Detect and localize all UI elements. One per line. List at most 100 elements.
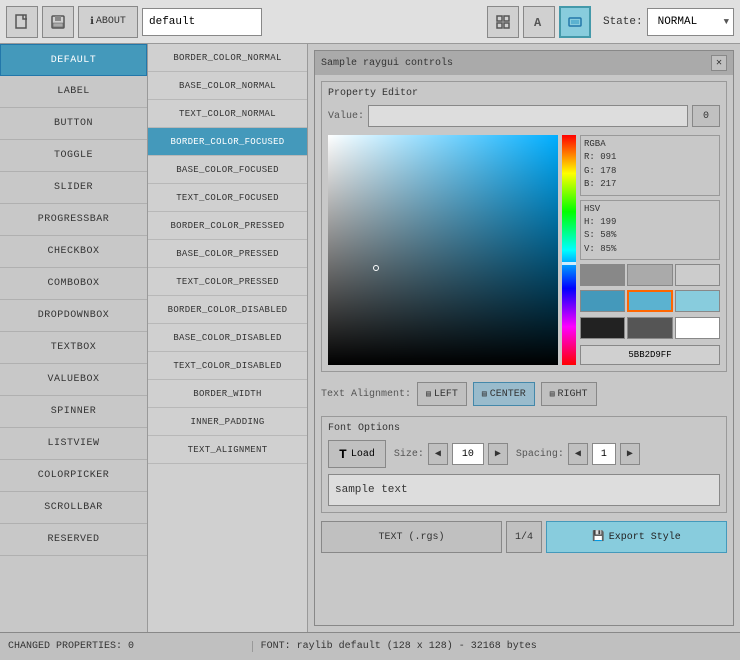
font-size-label: Size: — [394, 449, 424, 460]
prop-inner-padding[interactable]: INNER_PADDING — [148, 408, 307, 436]
prop-value-row: Value: 0 — [328, 105, 720, 127]
sample-window: Sample raygui controls ✕ Property Editor… — [314, 50, 734, 626]
swatch-1[interactable] — [627, 264, 672, 286]
color-view-button[interactable] — [559, 6, 591, 38]
font-spacing-decrease-button[interactable]: ◀ — [568, 443, 588, 465]
sidebar-item-textbox[interactable]: TEXTBOX — [0, 332, 147, 364]
sidebar-item-spinner[interactable]: SPINNER — [0, 396, 147, 428]
state-select[interactable]: NORMAL FOCUSED PRESSED DISABLED — [652, 10, 722, 34]
main-area: DEFAULT LABEL BUTTON TOGGLE SLIDER PROGR… — [0, 44, 740, 632]
sidebar-item-label[interactable]: LABEL — [0, 76, 147, 108]
swatch-2[interactable] — [675, 264, 720, 286]
hsv-title: HSV — [584, 204, 716, 214]
font-size-input[interactable] — [452, 443, 484, 465]
export-style-button[interactable]: 💾 Export Style — [546, 521, 727, 553]
font-options-title: Font Options — [328, 423, 720, 434]
status-bar: CHANGED PROPERTIES: 0 FONT: raylib defau… — [0, 632, 740, 660]
swatch-3[interactable] — [580, 290, 625, 312]
sidebar-item-default[interactable]: DEFAULT — [0, 44, 147, 76]
prop-base-color-disabled[interactable]: BASE_COLOR_DISABLED — [148, 324, 307, 352]
hsv-v: V: 85% — [584, 243, 716, 257]
text-alignment-row: Text Alignment: ▤ LEFT ▤ CENTER ▤ RIGHT — [321, 378, 727, 410]
align-right-label: RIGHT — [558, 389, 588, 400]
hsv-s: S: 58% — [584, 229, 716, 243]
prop-border-width[interactable]: BORDER_WIDTH — [148, 380, 307, 408]
about-button[interactable]: ℹ ABOUT — [78, 6, 138, 38]
decrease-icon: ◀ — [435, 448, 441, 460]
text-icon: A — [531, 14, 547, 30]
prop-base-color-normal[interactable]: BASE_COLOR_NORMAL — [148, 72, 307, 100]
state-label: State: — [603, 16, 643, 28]
font-spacing-increase-button[interactable]: ▶ — [620, 443, 640, 465]
prop-text-color-pressed[interactable]: TEXT_COLOR_PRESSED — [148, 268, 307, 296]
sidebar-item-toggle[interactable]: TOGGLE — [0, 140, 147, 172]
hue-bar[interactable] — [562, 135, 576, 365]
swatch-6[interactable] — [580, 317, 625, 339]
prop-text-color-normal[interactable]: TEXT_COLOR_NORMAL — [148, 100, 307, 128]
font-spacing-label: Spacing: — [516, 449, 564, 460]
sidebar-item-reserved[interactable]: RESERVED — [0, 524, 147, 556]
sidebar-item-colorpicker[interactable]: COLORPICKER — [0, 460, 147, 492]
sidebar-item-checkbox[interactable]: CHECKBOX — [0, 236, 147, 268]
sidebar-item-combobox[interactable]: COMBOBOX — [0, 268, 147, 300]
close-icon: ✕ — [716, 57, 722, 69]
prop-border-color-focused[interactable]: BORDER_COLOR_FOCUSED — [148, 128, 307, 156]
page-indicator: 1/4 — [506, 521, 542, 553]
prop-text-color-disabled[interactable]: TEXT_COLOR_DISABLED — [148, 352, 307, 380]
state-dropdown-arrow: ▼ — [724, 17, 729, 27]
property-editor: Property Editor Value: 0 — [321, 81, 727, 372]
property-editor-title: Property Editor — [328, 88, 720, 99]
font-spacing-input[interactable] — [592, 443, 616, 465]
style-name-input[interactable] — [142, 8, 262, 36]
sidebar-item-scrollbar[interactable]: SCROLLBAR — [0, 492, 147, 524]
sample-window-titlebar: Sample raygui controls ✕ — [315, 51, 733, 75]
load-font-button[interactable]: T Load — [328, 440, 386, 468]
prop-text-color-focused[interactable]: TEXT_COLOR_FOCUSED — [148, 184, 307, 212]
saturation-value-picker[interactable] — [328, 135, 558, 365]
prop-border-color-disabled[interactable]: BORDER_COLOR_DISABLED — [148, 296, 307, 324]
prop-value-input[interactable] — [368, 105, 688, 127]
increase-icon: ▶ — [495, 448, 501, 460]
font-size-increase-button[interactable]: ▶ — [488, 443, 508, 465]
grid-view-button[interactable] — [487, 6, 519, 38]
prop-border-color-normal[interactable]: BORDER_COLOR_NORMAL — [148, 44, 307, 72]
sidebar-item-progressbar[interactable]: PROGRESSBAR — [0, 204, 147, 236]
swatch-5[interactable] — [675, 290, 720, 312]
sidebar-item-button[interactable]: BUTTON — [0, 108, 147, 140]
swatch-0[interactable] — [580, 264, 625, 286]
font-size-decrease-button[interactable]: ◀ — [428, 443, 448, 465]
load-font-icon: T — [339, 447, 347, 462]
color-swatches — [580, 264, 720, 341]
text-view-button[interactable]: A — [523, 6, 555, 38]
font-controls: T Load Size: ◀ ▶ Spacing: ◀ — [328, 440, 720, 468]
sample-text-input[interactable] — [328, 474, 720, 506]
sidebar-item-listview[interactable]: LISTVIEW — [0, 428, 147, 460]
color-picker-area: RGBA R: 091 G: 178 B: 217 HSV H: 199 S: … — [328, 135, 720, 365]
prop-text-alignment[interactable]: TEXT_ALIGNMENT — [148, 436, 307, 464]
sidebar-item-dropdownbox[interactable]: DROPDOWNBOX — [0, 300, 147, 332]
sidebar-item-valuebox[interactable]: VALUEBOX — [0, 364, 147, 396]
prop-base-color-pressed[interactable]: BASE_COLOR_PRESSED — [148, 240, 307, 268]
swatch-7[interactable] — [627, 317, 672, 339]
prop-base-color-focused[interactable]: BASE_COLOR_FOCUSED — [148, 156, 307, 184]
align-center-button[interactable]: ▤ CENTER — [473, 382, 535, 406]
hex-input[interactable] — [580, 345, 720, 365]
window-close-button[interactable]: ✕ — [711, 55, 727, 71]
prop-border-color-pressed[interactable]: BORDER_COLOR_PRESSED — [148, 212, 307, 240]
rgba-section: RGBA R: 091 G: 178 B: 217 — [580, 135, 720, 196]
align-center-label: CENTER — [490, 389, 526, 400]
new-button[interactable] — [6, 6, 38, 38]
svg-text:A: A — [534, 16, 542, 30]
save-button[interactable] — [42, 6, 74, 38]
sidebar-item-slider[interactable]: SLIDER — [0, 172, 147, 204]
new-icon — [14, 14, 30, 30]
prop-value-button[interactable]: 0 — [692, 105, 720, 127]
text-rgs-button[interactable]: TEXT (.rgs) — [321, 521, 502, 553]
align-left-button[interactable]: ▤ LEFT — [417, 382, 467, 406]
align-right-button[interactable]: ▤ RIGHT — [541, 382, 597, 406]
spacing-increase-icon: ▶ — [627, 448, 633, 460]
align-left-label: LEFT — [434, 389, 458, 400]
prop-value-label: Value: — [328, 111, 364, 122]
swatch-8[interactable] — [675, 317, 720, 339]
swatch-4[interactable] — [627, 290, 672, 312]
